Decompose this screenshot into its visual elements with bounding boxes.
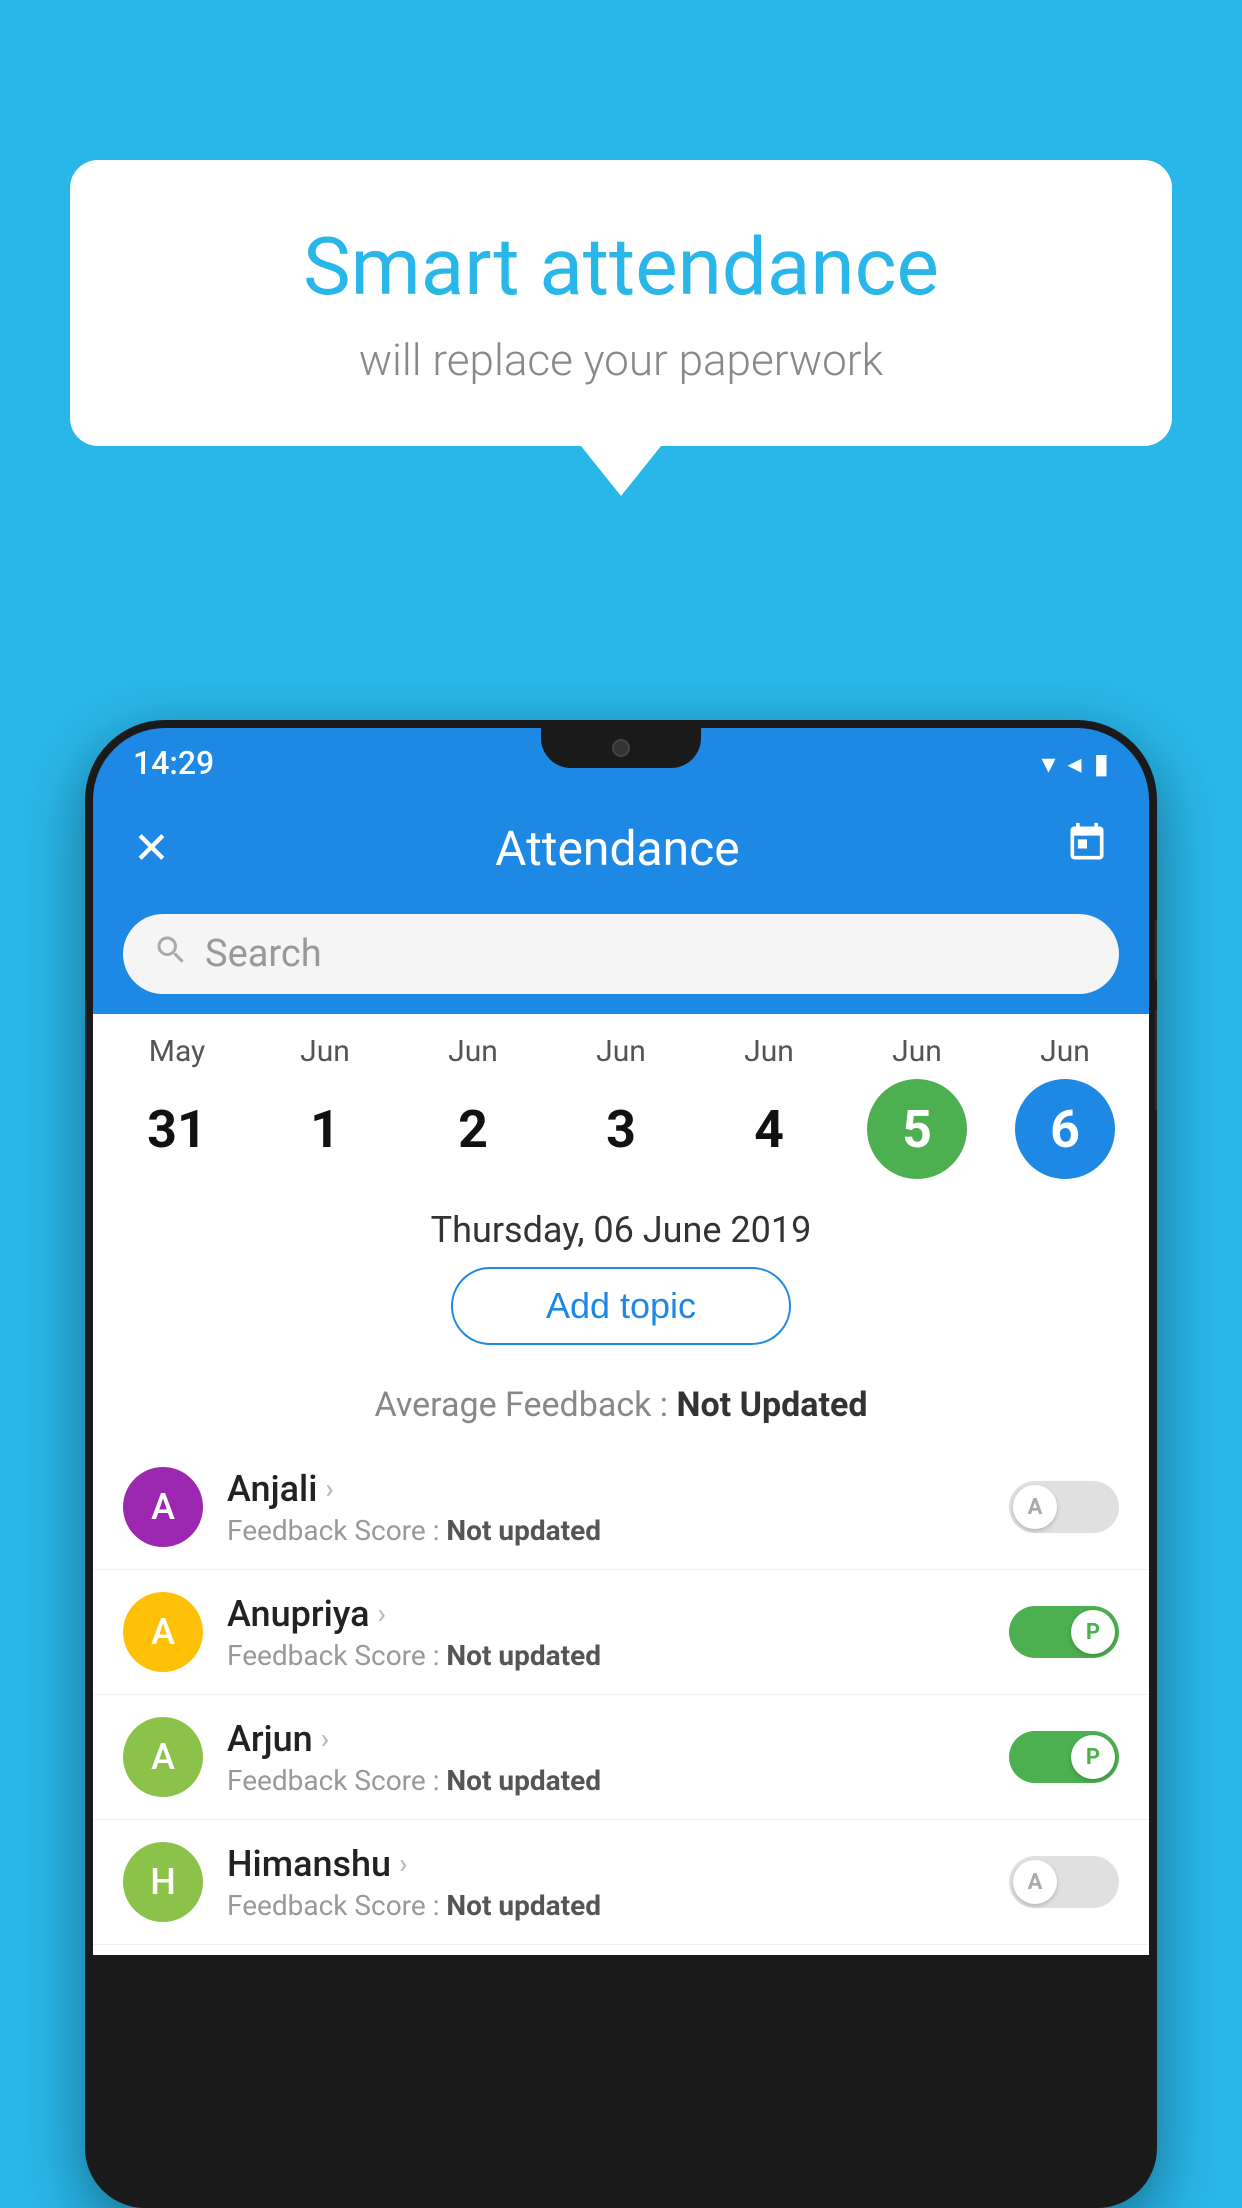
search-bar-wrapper: Search (93, 898, 1149, 1014)
speech-bubble: Smart attendance will replace your paper… (70, 160, 1172, 446)
student-name: Arjun › (227, 1718, 985, 1760)
phone-inner: 14:29 ▾ ◂ ▮ ✕ Attendance (93, 728, 1149, 2200)
chevron-icon: › (399, 1847, 407, 1880)
student-feedback: Feedback Score : Not updated (227, 1764, 985, 1797)
student-feedback: Feedback Score : Not updated (227, 1514, 985, 1547)
toggle-knob: P (1071, 1735, 1115, 1779)
power-button-bottom (1155, 1010, 1157, 1110)
signal-icon: ◂ (1068, 747, 1082, 780)
speech-bubble-subtitle: will replace your paperwork (150, 334, 1092, 386)
app-header: ✕ Attendance (93, 798, 1149, 898)
speech-bubble-container: Smart attendance will replace your paper… (70, 160, 1172, 496)
status-bar: 14:29 ▾ ◂ ▮ (93, 728, 1149, 798)
chevron-icon: › (325, 1472, 333, 1505)
attendance-toggle[interactable]: P (1009, 1606, 1119, 1658)
avatar: A (123, 1467, 203, 1547)
student-name: Anjali › (227, 1468, 985, 1510)
calendar-icon[interactable] (1065, 821, 1109, 875)
student-info: Anupriya › Feedback Score : Not updated (227, 1593, 985, 1672)
student-name: Anupriya › (227, 1593, 985, 1635)
student-list: AAnjali ›Feedback Score : Not updatedAAA… (93, 1435, 1149, 1955)
calendar-day[interactable]: Jun5 (857, 1034, 977, 1179)
status-time: 14:29 (133, 744, 214, 782)
volume-button (85, 1000, 87, 1080)
search-icon (153, 932, 189, 977)
calendar-day[interactable]: Jun1 (265, 1034, 385, 1179)
calendar-day[interactable]: Jun2 (413, 1034, 533, 1179)
camera (612, 739, 630, 757)
power-button-top (1155, 920, 1157, 980)
close-button[interactable]: ✕ (133, 822, 170, 874)
student-item[interactable]: H Himanshu › Feedback Score : Not updated A (93, 1820, 1149, 1945)
speech-bubble-title: Smart attendance (150, 220, 1092, 314)
student-item[interactable]: A Anjali › Feedback Score : Not updated A (93, 1445, 1149, 1570)
avg-feedback-value: Not Updated (676, 1385, 867, 1425)
status-icons: ▾ ◂ ▮ (1041, 747, 1109, 780)
content-area: May31Jun1Jun2Jun3Jun4Jun5Jun6 Thursday, … (93, 1014, 1149, 1955)
avg-feedback-label: Average Feedback : (375, 1385, 677, 1425)
phone-frame: 14:29 ▾ ◂ ▮ ✕ Attendance (85, 720, 1157, 2208)
student-info: Arjun › Feedback Score : Not updated (227, 1718, 985, 1797)
student-item[interactable]: A Arjun › Feedback Score : Not updated P (93, 1695, 1149, 1820)
toggle-knob: A (1013, 1860, 1057, 1904)
calendar-day[interactable]: Jun6 (1005, 1034, 1125, 1179)
speech-bubble-arrow (581, 446, 661, 496)
student-item[interactable]: A Anupriya › Feedback Score : Not updated P (93, 1570, 1149, 1695)
calendar-row: May31Jun1Jun2Jun3Jun4Jun5Jun6 (93, 1014, 1149, 1179)
student-name: Himanshu › (227, 1843, 985, 1885)
avg-feedback: Average Feedback : Not Updated (93, 1361, 1149, 1435)
calendar-day[interactable]: Jun3 (561, 1034, 681, 1179)
attendance-toggle[interactable]: A (1009, 1856, 1119, 1908)
search-placeholder: Search (205, 932, 322, 976)
toggle-knob: P (1071, 1610, 1115, 1654)
calendar-day[interactable]: May31 (117, 1034, 237, 1179)
chevron-icon: › (378, 1597, 386, 1630)
selected-date-label: Thursday, 06 June 2019 (93, 1179, 1149, 1267)
student-info: Anjali › Feedback Score : Not updated (227, 1468, 985, 1547)
calendar-day[interactable]: Jun4 (709, 1034, 829, 1179)
add-topic-button[interactable]: Add topic (451, 1267, 791, 1345)
avatar: H (123, 1842, 203, 1922)
avatar: A (123, 1592, 203, 1672)
search-bar[interactable]: Search (123, 914, 1119, 994)
header-title: Attendance (495, 820, 740, 877)
avatar: A (123, 1717, 203, 1797)
student-feedback: Feedback Score : Not updated (227, 1889, 985, 1922)
attendance-toggle[interactable]: A (1009, 1481, 1119, 1533)
student-info: Himanshu › Feedback Score : Not updated (227, 1843, 985, 1922)
battery-icon: ▮ (1094, 747, 1109, 780)
attendance-toggle[interactable]: P (1009, 1731, 1119, 1783)
chevron-icon: › (321, 1722, 329, 1755)
toggle-knob: A (1013, 1485, 1057, 1529)
student-feedback: Feedback Score : Not updated (227, 1639, 985, 1672)
notch (541, 728, 701, 768)
wifi-icon: ▾ (1041, 747, 1055, 780)
